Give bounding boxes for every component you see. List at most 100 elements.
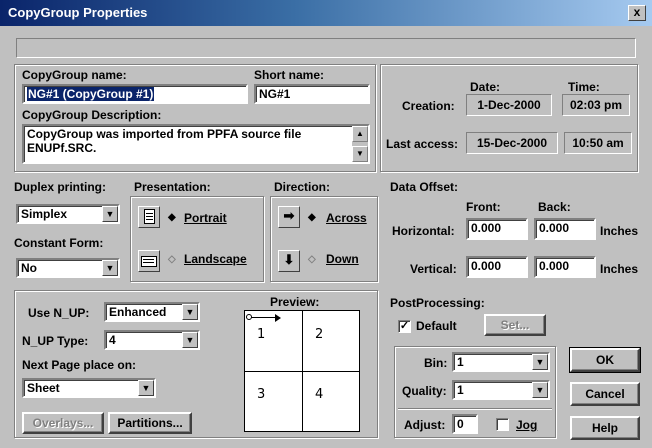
last-access-label: Last access: bbox=[386, 137, 459, 151]
vertical-label: Vertical: bbox=[410, 262, 457, 276]
chevron-down-icon[interactable]: ▼ bbox=[102, 260, 118, 276]
duplex-select[interactable]: Simplex ▼ bbox=[16, 204, 120, 224]
portrait-radio-icon[interactable]: ◆ bbox=[168, 212, 176, 223]
landscape-radio-icon[interactable]: ◇ bbox=[168, 254, 176, 265]
partitions-button[interactable]: Partitions... bbox=[108, 412, 192, 434]
description-scrollbar[interactable]: ▲ ▼ bbox=[352, 126, 368, 162]
chevron-down-icon[interactable]: ▼ bbox=[182, 332, 198, 348]
check-icon: ✓ bbox=[399, 320, 410, 332]
horizontal-label: Horizontal: bbox=[392, 224, 455, 238]
preview-cell-3: 3 bbox=[257, 387, 266, 402]
adjust-label: Adjust: bbox=[404, 418, 446, 432]
across-option[interactable]: Across bbox=[326, 211, 367, 225]
preview-box: 1 2 3 4 bbox=[244, 310, 360, 432]
creation-label: Creation: bbox=[402, 99, 455, 113]
close-button[interactable]: x bbox=[628, 5, 646, 21]
down-radio-icon[interactable]: ◇ bbox=[308, 254, 316, 265]
short-name-value: NG#1 bbox=[259, 87, 291, 101]
last-access-date: 15-Dec-2000 bbox=[466, 132, 558, 154]
across-radio-icon[interactable]: ◆ bbox=[308, 212, 316, 223]
last-access-time: 10:50 am bbox=[564, 132, 632, 154]
overlays-button[interactable]: Overlays... bbox=[22, 412, 104, 434]
jog-checkbox[interactable] bbox=[496, 418, 509, 431]
portrait-page-icon bbox=[138, 206, 160, 228]
description-label: CopyGroup Description: bbox=[22, 108, 162, 122]
description-input[interactable]: CopyGroup was imported from PPFA source … bbox=[22, 124, 370, 164]
vertical-front-input[interactable]: 0.000 bbox=[466, 256, 528, 278]
landscape-page-icon bbox=[138, 250, 160, 272]
horizontal-back-value: 0.000 bbox=[539, 221, 570, 235]
back-header: Back: bbox=[538, 200, 571, 214]
jog-label[interactable]: Jog bbox=[516, 418, 537, 432]
chevron-down-icon[interactable]: ▼ bbox=[102, 206, 118, 222]
nup-type-select[interactable]: 4 ▼ bbox=[104, 330, 200, 350]
title-bar[interactable]: CopyGroup Properties x bbox=[0, 0, 652, 26]
adjust-input[interactable]: 0 bbox=[452, 414, 478, 434]
arrow-right-icon: ➡ bbox=[278, 206, 300, 228]
scroll-down-icon[interactable]: ▼ bbox=[352, 146, 368, 162]
quality-select[interactable]: 1 ▼ bbox=[452, 380, 550, 400]
landscape-option[interactable]: Landscape bbox=[184, 252, 247, 266]
ok-button[interactable]: OK bbox=[569, 347, 641, 373]
adjust-value: 0 bbox=[457, 417, 464, 431]
chevron-down-icon[interactable]: ▼ bbox=[532, 382, 548, 398]
postprocessing-label: PostProcessing: bbox=[390, 296, 485, 310]
chevron-down-icon[interactable]: ▼ bbox=[532, 354, 548, 370]
set-button[interactable]: Set... bbox=[484, 314, 546, 336]
direction-label: Direction: bbox=[274, 180, 331, 194]
portrait-option[interactable]: Portrait bbox=[184, 211, 227, 225]
chevron-down-icon[interactable]: ▼ bbox=[182, 304, 198, 320]
next-page-value: Sheet bbox=[27, 381, 60, 395]
horizontal-front-input[interactable]: 0.000 bbox=[466, 218, 528, 240]
horizontal-back-input[interactable]: 0.000 bbox=[534, 218, 596, 240]
data-offset-label: Data Offset: bbox=[390, 180, 459, 194]
next-page-label: Next Page place on: bbox=[22, 358, 137, 372]
description-value: CopyGroup was imported from PPFA source … bbox=[27, 127, 302, 155]
creation-date: 1-Dec-2000 bbox=[466, 94, 552, 116]
creation-time: 02:03 pm bbox=[562, 94, 630, 116]
window-title: CopyGroup Properties bbox=[8, 5, 148, 20]
status-strip bbox=[16, 38, 636, 58]
chevron-down-icon[interactable]: ▼ bbox=[138, 380, 154, 396]
short-name-input[interactable]: NG#1 bbox=[254, 84, 370, 104]
bin-value: 1 bbox=[457, 355, 464, 369]
short-name-label: Short name: bbox=[254, 68, 325, 82]
bin-label: Bin: bbox=[424, 356, 448, 370]
bin-select[interactable]: 1 ▼ bbox=[452, 352, 550, 372]
preview-cell-1: 1 bbox=[257, 327, 266, 342]
vertical-unit: Inches bbox=[600, 262, 639, 276]
default-label[interactable]: Default bbox=[416, 319, 457, 333]
time-header: Time: bbox=[568, 80, 600, 94]
arrow-down-icon: ⬇ bbox=[278, 250, 300, 272]
preview-label: Preview: bbox=[270, 295, 320, 309]
next-page-select[interactable]: Sheet ▼ bbox=[22, 378, 156, 398]
duplex-value: Simplex bbox=[21, 207, 68, 221]
duplex-label: Duplex printing: bbox=[14, 180, 106, 194]
copygroup-name-value: NG#1 (CopyGroup #1) bbox=[27, 87, 155, 101]
presentation-label: Presentation: bbox=[134, 180, 211, 194]
default-checkbox[interactable]: ✓ bbox=[398, 320, 411, 333]
use-nup-value: Enhanced bbox=[109, 305, 167, 319]
vertical-front-value: 0.000 bbox=[471, 259, 502, 273]
divider bbox=[398, 408, 552, 409]
preview-cell-4: 4 bbox=[315, 387, 324, 402]
vertical-back-input[interactable]: 0.000 bbox=[534, 256, 596, 278]
dialog-window: CopyGroup Properties x CopyGroup name: S… bbox=[0, 0, 652, 448]
front-header: Front: bbox=[466, 200, 501, 214]
nup-type-value: 4 bbox=[109, 333, 116, 347]
use-nup-select[interactable]: Enhanced ▼ bbox=[104, 302, 200, 322]
constant-form-select[interactable]: No ▼ bbox=[16, 258, 120, 278]
copygroup-name-input[interactable]: NG#1 (CopyGroup #1) bbox=[22, 84, 248, 104]
quality-value: 1 bbox=[457, 383, 464, 397]
scroll-up-icon[interactable]: ▲ bbox=[352, 126, 368, 142]
preview-cell-2: 2 bbox=[315, 327, 324, 342]
use-nup-label: Use N_UP: bbox=[28, 306, 90, 320]
horizontal-unit: Inches bbox=[600, 224, 639, 238]
down-option[interactable]: Down bbox=[326, 252, 359, 266]
copygroup-name-label: CopyGroup name: bbox=[22, 68, 127, 82]
help-button[interactable]: Help bbox=[570, 416, 640, 440]
cancel-button[interactable]: Cancel bbox=[570, 382, 640, 406]
close-icon: x bbox=[633, 5, 641, 19]
date-header: Date: bbox=[470, 80, 501, 94]
constant-form-label: Constant Form: bbox=[14, 236, 104, 250]
